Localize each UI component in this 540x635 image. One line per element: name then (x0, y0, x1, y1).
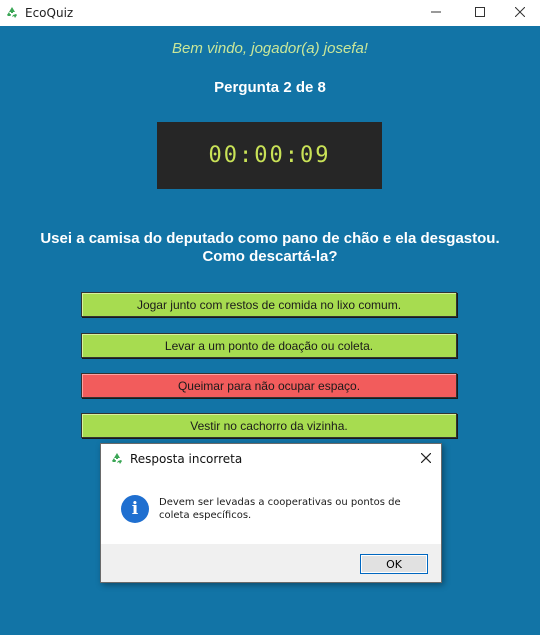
ecoquiz-window: EcoQuiz Bem vindo, jogador(a) josefa! Pe… (0, 0, 540, 635)
close-icon (420, 450, 432, 468)
answer-button-3[interactable]: Queimar para não ocupar espaço. (81, 373, 457, 398)
timer-display: 00:00:09 (157, 122, 382, 189)
incorrect-answer-dialog: Resposta incorreta i Devem ser levadas a… (100, 443, 442, 583)
recycle-icon (4, 5, 20, 21)
question-counter: Pergunta 2 de 8 (214, 79, 326, 96)
close-icon (514, 4, 526, 22)
question-line-1: Usei a camisa do deputado como pano de c… (40, 230, 500, 247)
info-icon: i (121, 495, 149, 523)
minimize-icon (431, 4, 441, 22)
question-text: Usei a camisa do deputado como pano de c… (20, 230, 520, 266)
answer-button-1[interactable]: Jogar junto com restos de comida no lixo… (81, 292, 457, 317)
ok-button[interactable]: OK (360, 554, 428, 574)
window-title: EcoQuiz (25, 6, 74, 20)
welcome-message: Bem vindo, jogador(a) josefa! (172, 40, 368, 57)
answer-button-2[interactable]: Levar a um ponto de doação ou coleta. (81, 333, 457, 358)
recycle-icon (109, 451, 125, 467)
dialog-footer: OK (101, 544, 441, 582)
dialog-close-button[interactable] (415, 448, 437, 470)
minimize-button[interactable] (414, 0, 458, 26)
dialog-title: Resposta incorreta (130, 452, 243, 466)
maximize-button[interactable] (458, 0, 502, 26)
dialog-title-bar[interactable]: Resposta incorreta (101, 444, 441, 474)
timer-text: 00:00:09 (208, 143, 331, 168)
title-bar[interactable]: EcoQuiz (0, 0, 540, 26)
dialog-body: i Devem ser levadas a cooperativas ou po… (101, 474, 441, 544)
answer-button-4[interactable]: Vestir no cachorro da vizinha. (81, 413, 457, 438)
question-line-2: Como descartá-la? (202, 248, 338, 265)
dialog-message: Devem ser levadas a cooperativas ou pont… (159, 497, 401, 521)
maximize-icon (475, 4, 485, 22)
close-button[interactable] (498, 0, 540, 26)
